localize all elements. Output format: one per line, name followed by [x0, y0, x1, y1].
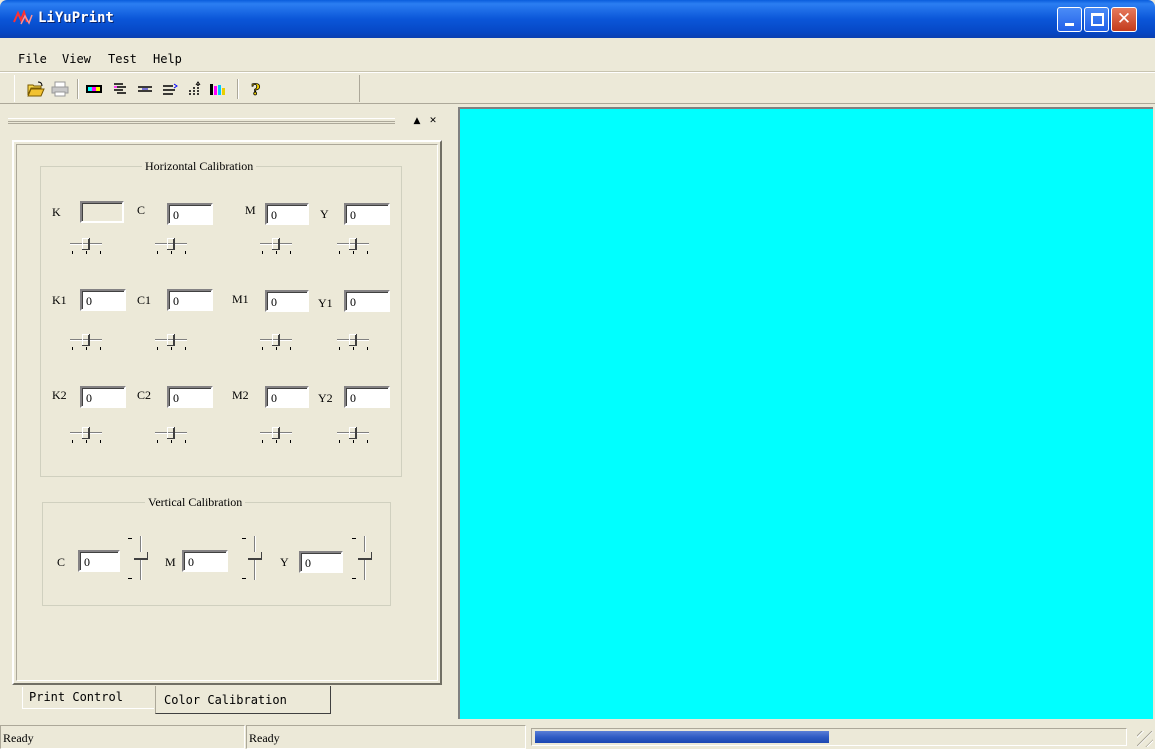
- label-m1: M1: [232, 292, 249, 306]
- y-field[interactable]: 0: [344, 203, 390, 225]
- double-lines-icon[interactable]: [136, 81, 154, 97]
- close-button[interactable]: ✕: [1111, 7, 1137, 32]
- open-folder-icon[interactable]: [27, 81, 45, 97]
- menu-bar: File View Test Help: [0, 38, 1155, 72]
- label-k: K: [52, 205, 61, 219]
- k1-slider[interactable]: [68, 333, 106, 353]
- label-vertical-y: Y: [280, 555, 289, 569]
- y2-slider[interactable]: [335, 426, 373, 446]
- panel-expand-button[interactable]: ▲: [410, 115, 424, 128]
- maximize-icon: [1091, 13, 1104, 26]
- vertical-arrows-icon[interactable]: [185, 81, 203, 97]
- label-k2: K2: [52, 388, 67, 402]
- progress-fill: [535, 731, 829, 743]
- menu-view[interactable]: View: [62, 52, 91, 66]
- menu-test[interactable]: Test: [108, 52, 137, 66]
- panel-grip[interactable]: [8, 118, 395, 124]
- k1-field[interactable]: 0: [80, 289, 126, 311]
- m1-slider[interactable]: [258, 333, 296, 353]
- m-field[interactable]: 0: [265, 203, 309, 225]
- c2-slider[interactable]: [153, 426, 191, 446]
- resize-grip[interactable]: [1137, 731, 1153, 747]
- m2-slider[interactable]: [258, 426, 296, 446]
- vertical-c-field[interactable]: 0: [78, 550, 120, 572]
- vertical-m-field[interactable]: 0: [182, 550, 228, 572]
- y2-field[interactable]: 0: [344, 386, 390, 408]
- k-field: [80, 201, 124, 223]
- progress-bar: [531, 728, 1127, 746]
- k-slider[interactable]: [68, 237, 106, 257]
- status-bar: Ready Ready: [0, 721, 1155, 749]
- toolbar-separator: [77, 79, 79, 99]
- print-icon[interactable]: [51, 81, 69, 97]
- window-title: LiYuPrint: [38, 10, 114, 26]
- panel-close-button[interactable]: ✕: [426, 115, 440, 128]
- m1-field[interactable]: 0: [265, 290, 309, 312]
- m2-field[interactable]: 0: [265, 386, 309, 408]
- tab-color-calibration[interactable]: Color Calibration: [155, 686, 331, 714]
- tab-print-control[interactable]: Print Control: [22, 687, 154, 709]
- vertical-m-slider[interactable]: [242, 534, 264, 582]
- y-slider[interactable]: [335, 237, 373, 257]
- vertical-y-slider[interactable]: [352, 534, 374, 582]
- label-vertical-m: M: [165, 555, 176, 569]
- c-slider[interactable]: [153, 237, 191, 257]
- k2-field[interactable]: 0: [80, 386, 126, 408]
- label-y1: Y1: [318, 296, 333, 310]
- title-bar[interactable]: LiYuPrint ✕: [0, 0, 1155, 38]
- label-m2: M2: [232, 388, 249, 402]
- menu-file[interactable]: File: [18, 52, 47, 66]
- color-bars-icon[interactable]: [85, 81, 103, 97]
- label-c: C: [137, 203, 146, 217]
- status-pane-1: Ready: [0, 725, 245, 749]
- m-slider[interactable]: [258, 237, 296, 257]
- help-icon[interactable]: ?: [247, 81, 265, 97]
- color-columns-icon[interactable]: [208, 81, 226, 97]
- toolbar-separator: [237, 79, 239, 99]
- maximize-button[interactable]: [1084, 7, 1109, 32]
- c1-slider[interactable]: [153, 333, 191, 353]
- c1-field[interactable]: 0: [167, 289, 213, 311]
- menu-help[interactable]: Help: [153, 52, 182, 66]
- lines-arrow-icon[interactable]: [161, 81, 179, 97]
- label-y: Y: [320, 207, 329, 221]
- preview-canvas[interactable]: [458, 107, 1153, 719]
- label-c2: C2: [137, 388, 152, 402]
- c-field[interactable]: 0: [167, 203, 213, 225]
- label-c1: C1: [137, 293, 152, 307]
- minimize-icon: [1065, 23, 1074, 26]
- close-icon: ✕: [1116, 9, 1132, 29]
- minimize-button[interactable]: [1057, 7, 1082, 32]
- label-vertical-c: C: [57, 555, 66, 569]
- app-icon: [13, 10, 33, 25]
- c2-field[interactable]: 0: [167, 386, 213, 408]
- label-m: M: [245, 203, 256, 217]
- label-k1: K1: [52, 293, 67, 307]
- vertical-y-field[interactable]: 0: [299, 551, 343, 573]
- svg-text:?: ?: [251, 81, 260, 97]
- vertical-c-slider[interactable]: [128, 534, 150, 582]
- y1-field[interactable]: 0: [344, 290, 390, 312]
- calibration-panel: ▲ ✕ Horizontal Calibration K C 0 M 0 Y 0…: [0, 104, 458, 719]
- k2-slider[interactable]: [68, 426, 106, 446]
- horizontal-lines-icon[interactable]: [111, 81, 129, 97]
- horizontal-calibration-title: Horizontal Calibration: [142, 159, 257, 174]
- toolbar: ?: [0, 72, 1155, 104]
- vertical-calibration-title: Vertical Calibration: [145, 495, 246, 510]
- status-pane-2: Ready: [246, 725, 526, 749]
- label-y2: Y2: [318, 391, 333, 405]
- y1-slider[interactable]: [335, 333, 373, 353]
